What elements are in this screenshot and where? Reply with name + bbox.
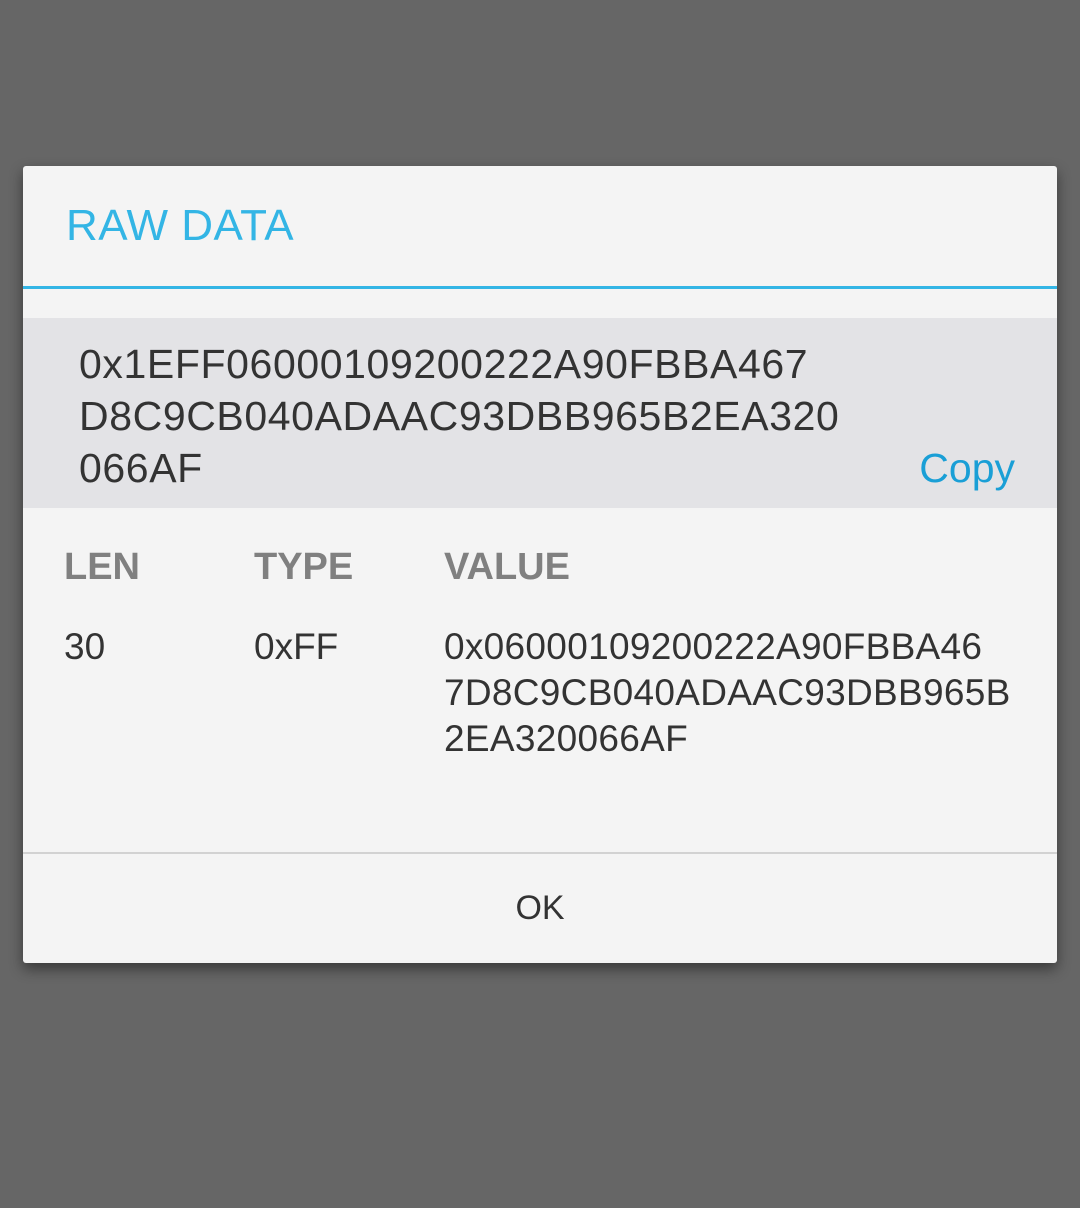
cell-len: 30 [64, 626, 106, 667]
copy-button[interactable]: Copy [919, 442, 1015, 494]
raw-hex-line: 066AF [79, 445, 203, 491]
dialog-title: RAW DATA [66, 201, 295, 250]
raw-hex-line: D8C9CB040ADAAC93DBB965B2EA320 [79, 393, 840, 439]
ok-button[interactable]: OK [23, 854, 1057, 963]
ok-button-label: OK [515, 889, 565, 927]
raw-data-dialog: RAW DATA 0x1EFF06000109200222A90FBBA467 … [23, 166, 1057, 963]
header-len: LEN [64, 546, 140, 588]
raw-hex-text: 0x1EFF06000109200222A90FBBA467 D8C9CB040… [79, 338, 879, 494]
raw-hex-line: 0x1EFF06000109200222A90FBBA467 [79, 341, 809, 387]
cell-value-line: 2EA320066AF [444, 718, 688, 759]
cell-type: 0xFF [254, 626, 339, 667]
cell-value-line: 7D8C9CB040ADAAC93DBB965B [444, 672, 1011, 713]
raw-data-panel: 0x1EFF06000109200222A90FBBA467 D8C9CB040… [23, 318, 1057, 508]
cell-value: 0x06000109200222A90FBBA46 7D8C9CB040ADAA… [444, 624, 1011, 762]
title-divider [23, 286, 1057, 289]
cell-value-line: 0x06000109200222A90FBBA46 [444, 626, 983, 667]
header-type: TYPE [254, 546, 354, 588]
header-value: VALUE [444, 546, 570, 588]
